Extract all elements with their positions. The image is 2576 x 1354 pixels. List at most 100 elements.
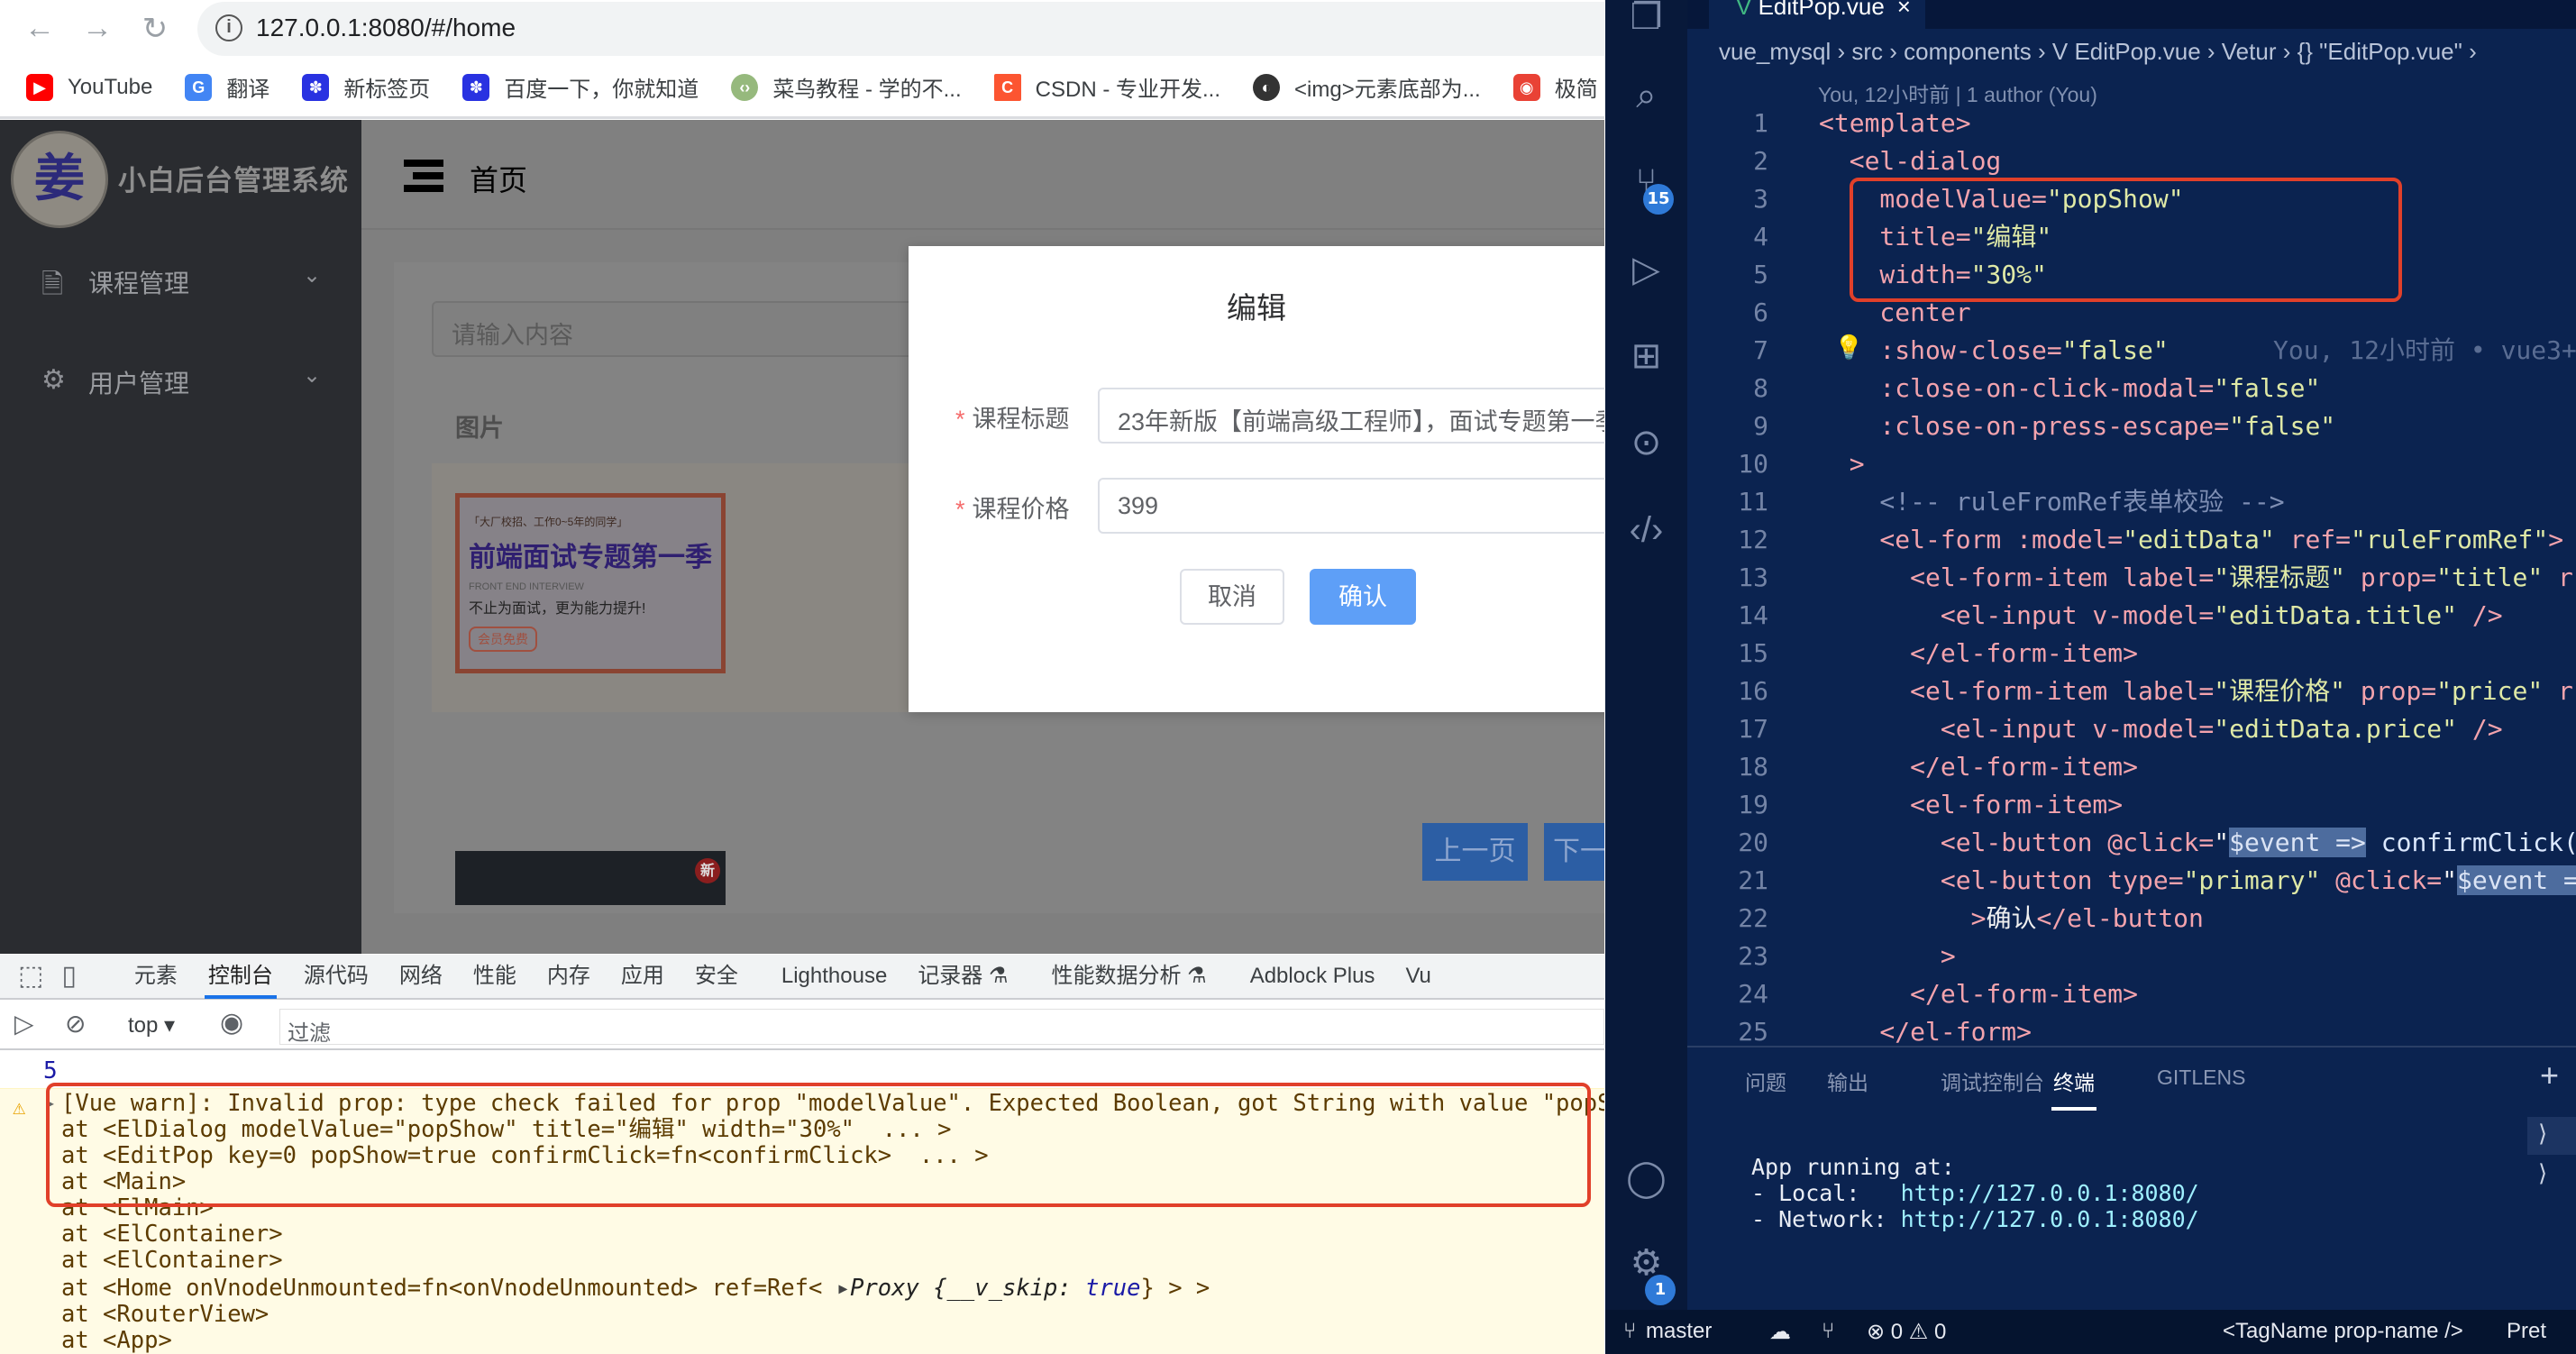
terminal-link[interactable]: http://127.0.0.1:8080/ bbox=[1901, 1180, 2199, 1206]
bookmark-translate[interactable]: G 翻译 bbox=[185, 71, 269, 103]
code-line[interactable]: 24 </el-form-item> bbox=[1687, 975, 2576, 1013]
course-title-input[interactable]: 23年新版【前端高级工程师】，面试专题第一季 bbox=[1098, 388, 1604, 444]
prev-page-button[interactable]: 上一页 bbox=[1422, 823, 1528, 881]
back-icon[interactable]: ← bbox=[22, 11, 58, 46]
code-line[interactable]: 1 <template> bbox=[1687, 105, 2576, 142]
code-line[interactable]: 7 :show-close="false" You, 12小时前 • vue3+n bbox=[1687, 332, 2576, 370]
bookmark-new-tab[interactable]: ✽ 新标签页 bbox=[302, 71, 430, 103]
tab-security[interactable]: 安全 bbox=[695, 954, 738, 999]
code-token: "课程价格" bbox=[2214, 676, 2346, 706]
tab-memory[interactable]: 内存 bbox=[547, 954, 590, 999]
tab-elements[interactable]: 元素 bbox=[134, 954, 178, 999]
terminal-output[interactable]: App running at: - Local: http://127.0.0.1… bbox=[1751, 1154, 2199, 1232]
tab-editpop-vue[interactable]: V EditPop.vue × bbox=[1709, 0, 1925, 29]
sidebar-item-course-management[interactable]: 🗎 课程管理 ⌄ bbox=[0, 239, 361, 320]
branch-icon[interactable]: ⑂ bbox=[1623, 1319, 1636, 1344]
code-line[interactable]: 20 <el-button @click="$event => confirmC… bbox=[1687, 824, 2576, 862]
tab-vue[interactable]: Vu bbox=[1405, 954, 1430, 999]
problems-status[interactable]: ⊗ 0 ⚠ 0 bbox=[1867, 1319, 1946, 1345]
tab-lighthouse[interactable]: Lighthouse bbox=[781, 954, 887, 999]
tab-sources[interactable]: 源代码 bbox=[304, 954, 369, 999]
tab-application[interactable]: 应用 bbox=[621, 954, 664, 999]
prettier-status[interactable]: Pret bbox=[2507, 1319, 2546, 1344]
code-line[interactable]: 9 :close-on-press-escape="false" bbox=[1687, 407, 2576, 445]
inspect-element-icon[interactable]: ⬚ bbox=[18, 954, 43, 999]
device-toolbar-icon[interactable]: ▯ bbox=[61, 954, 77, 999]
bookmark-csdn[interactable]: C CSDN - 专业开发... bbox=[993, 71, 1220, 103]
code-line[interactable]: 25 </el-form> bbox=[1687, 1013, 2576, 1046]
expand-triangle-icon[interactable]: ▸ bbox=[836, 1275, 850, 1302]
code-line[interactable]: 14 <el-input v-model="editData.title" /> bbox=[1687, 597, 2576, 635]
code-line[interactable]: 21 <el-button type="primary" @click="$ev… bbox=[1687, 862, 2576, 900]
bookmark-img[interactable]: ◐ <img>元素底部为... bbox=[1253, 71, 1481, 103]
git-compare-icon[interactable]: ⑂ bbox=[1822, 1319, 1834, 1344]
code-line[interactable]: 23 > bbox=[1687, 938, 2576, 975]
course-price-input[interactable]: 399 bbox=[1098, 478, 1604, 534]
code-line[interactable]: 18 </el-form-item> bbox=[1687, 748, 2576, 786]
eye-icon[interactable]: ◉ bbox=[220, 1007, 243, 1038]
next-page-button[interactable]: 下一 bbox=[1544, 823, 1604, 881]
bookmark-youtube[interactable]: ▶ YouTube bbox=[26, 73, 152, 101]
code-line[interactable]: 15 </el-form-item> bbox=[1687, 635, 2576, 672]
panel-tab-problems[interactable]: 问题 bbox=[1745, 1066, 1786, 1096]
panel-tab-output[interactable]: 输出 bbox=[1827, 1066, 1868, 1096]
explorer-icon[interactable]: ❐ bbox=[1605, 0, 1687, 38]
search-input[interactable]: 请输入内容 bbox=[432, 301, 973, 357]
tab-adblock-plus[interactable]: Adblock Plus bbox=[1250, 954, 1375, 999]
sidebar-toggle-icon[interactable]: ▷ bbox=[14, 1009, 34, 1038]
tab-console[interactable]: 控制台 bbox=[204, 954, 277, 999]
breadcrumb[interactable]: vue_mysql › src › components › V EditPop… bbox=[1719, 38, 2477, 66]
settings-gear-icon[interactable]: ⚙ 1 bbox=[1605, 1242, 1687, 1305]
bookmark-jijian[interactable]: ◉ 极简 bbox=[1512, 71, 1598, 103]
forward-icon[interactable]: → bbox=[79, 11, 115, 46]
code-line[interactable]: 10 > bbox=[1687, 445, 2576, 483]
code-line[interactable]: 22 >确认</el-button bbox=[1687, 900, 2576, 938]
reload-icon[interactable]: ↻ bbox=[137, 11, 173, 47]
context-select[interactable]: top ▾ bbox=[128, 1012, 175, 1038]
url-text[interactable]: 127.0.0.1:8080/#/home bbox=[256, 14, 516, 42]
search-icon[interactable]: ⌕ bbox=[1605, 76, 1687, 116]
bookmark-runoob[interactable]: ‹› 菜鸟教程 - 学的不... bbox=[731, 71, 962, 103]
terminal-list-item[interactable] bbox=[2527, 1117, 2576, 1155]
tab-network[interactable]: 网络 bbox=[399, 954, 443, 999]
code-line[interactable]: 8 :close-on-click-modal="false" bbox=[1687, 370, 2576, 407]
site-info-icon[interactable]: i bbox=[215, 14, 242, 41]
sidebar-item-user-management[interactable]: ⚙ 用户管理 ⌄ bbox=[0, 339, 361, 420]
panel-tab-terminal[interactable]: 终端 bbox=[2051, 1066, 2096, 1111]
tagname-status[interactable]: <TagName prop-name /> bbox=[2223, 1319, 2463, 1344]
run-debug-icon[interactable]: ▷ bbox=[1605, 249, 1687, 290]
close-tab-icon[interactable]: × bbox=[1897, 0, 1911, 20]
bookmark-baidu[interactable]: ✽ 百度一下，你就知道 bbox=[462, 71, 699, 103]
terminal-icon[interactable]: ⟩ bbox=[2538, 1159, 2547, 1187]
codelens-blame[interactable]: You, 12小时前 | 1 author (You) bbox=[1818, 78, 2097, 108]
confirm-button[interactable]: 确认 bbox=[1310, 569, 1416, 625]
terminal-icon[interactable]: ⟩ bbox=[2538, 1120, 2547, 1148]
code-line[interactable]: 11 <!-- ruleFromRef表单校验 --> bbox=[1687, 483, 2576, 521]
panel-tab-gitlens[interactable]: GITLENS bbox=[2157, 1066, 2245, 1090]
clear-console-icon[interactable]: ⊘ bbox=[65, 1009, 86, 1038]
account-icon[interactable]: ◯ bbox=[1605, 1157, 1687, 1199]
branch-name[interactable]: master bbox=[1646, 1319, 1712, 1344]
tab-performance-insights[interactable]: 性能数据分析 ⚗ bbox=[1052, 954, 1207, 999]
git-graph-icon[interactable]: ⊙ bbox=[1605, 422, 1687, 463]
console-filter-input[interactable]: 过滤 bbox=[279, 1009, 1604, 1046]
extensions-icon[interactable]: ⊞ bbox=[1605, 335, 1687, 377]
code-line[interactable]: 13 <el-form-item label="课程标题" prop="titl… bbox=[1687, 559, 2576, 597]
terminal-link[interactable]: http://127.0.0.1:8080/ bbox=[1901, 1206, 2199, 1232]
code-line[interactable]: 16 <el-form-item label="课程价格" prop="pric… bbox=[1687, 672, 2576, 710]
new-terminal-plus-icon[interactable]: + bbox=[2540, 1057, 2559, 1094]
tab-recorder[interactable]: 记录器 ⚗ bbox=[918, 954, 1008, 999]
code-line[interactable]: 2 <el-dialog bbox=[1687, 142, 2576, 180]
panel-tab-debug-console[interactable]: 调试控制台 bbox=[1941, 1066, 2044, 1096]
menu-fold-icon[interactable] bbox=[404, 160, 443, 192]
tab-performance[interactable]: 性能 bbox=[473, 954, 516, 999]
source-control-icon[interactable]: ⑂ 15 bbox=[1605, 162, 1687, 215]
code-line[interactable]: 12 <el-form :model="editData" ref="ruleF… bbox=[1687, 521, 2576, 559]
sync-cloud-icon[interactable]: ☁ bbox=[1769, 1319, 1791, 1345]
code-line[interactable]: 19 <el-form-item> bbox=[1687, 786, 2576, 824]
remote-chat-icon[interactable]: ‹/› bbox=[1605, 510, 1687, 551]
address-bar[interactable]: i 127.0.0.1:8080/#/home bbox=[197, 2, 1604, 56]
code-line[interactable]: 17 <el-input v-model="editData.price" /> bbox=[1687, 710, 2576, 748]
cancel-button[interactable]: 取消 bbox=[1180, 569, 1284, 625]
lightbulb-icon[interactable]: 💡 bbox=[1834, 334, 1863, 361]
